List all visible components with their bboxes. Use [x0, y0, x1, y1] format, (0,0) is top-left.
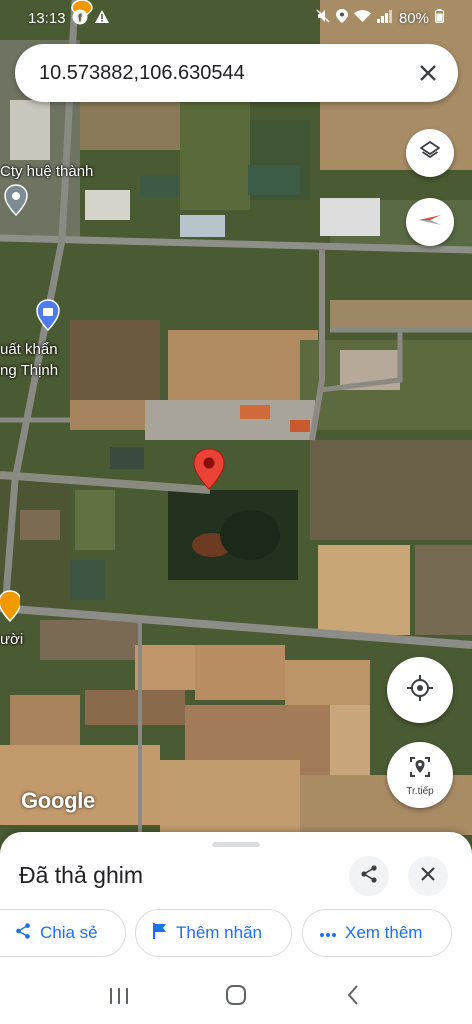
flag-icon [152, 922, 168, 945]
share-chip[interactable]: Chia sẻ [0, 909, 126, 957]
action-chips: Chia sẻ Thêm nhãn Xem thêm [0, 909, 472, 959]
share-icon [359, 864, 379, 889]
close-icon [421, 866, 435, 886]
signal-icon [376, 9, 393, 27]
mute-icon [316, 9, 330, 27]
compass-button[interactable] [406, 198, 454, 246]
shopping-marker-icon[interactable] [36, 299, 60, 331]
layers-icon [418, 139, 442, 168]
recent-apps-button[interactable] [99, 978, 139, 1018]
battery-level: 80% [398, 9, 429, 27]
status-time: 13:13 [28, 9, 66, 27]
svg-text:f: f [78, 12, 82, 24]
back-button[interactable] [333, 978, 373, 1018]
poi-marker-icon[interactable] [4, 184, 28, 216]
status-bar: 13:13 f 80% [0, 0, 472, 36]
my-location-button[interactable] [387, 657, 453, 723]
wifi-icon [353, 9, 371, 27]
chip-label: Xem thêm [345, 923, 423, 942]
location-icon [335, 9, 348, 27]
chip-label: Thêm nhãn [176, 923, 262, 942]
layers-button[interactable] [406, 129, 454, 177]
search-bar[interactable]: 10.573882,106.630544 [15, 44, 458, 102]
street-view-button[interactable]: Tr.tiếp [387, 742, 453, 808]
place-label[interactable]: ng Thịnh [0, 362, 58, 379]
warning-icon [94, 9, 110, 27]
sheet-title: Đã thả ghim [19, 862, 144, 888]
close-sheet-button[interactable] [408, 856, 448, 896]
place-label[interactable]: ười [0, 631, 23, 648]
google-attribution: Google [21, 788, 95, 813]
chip-label: Chia sẻ [40, 923, 98, 942]
back-icon [346, 984, 360, 1012]
facebook-icon: f [72, 9, 88, 28]
home-button[interactable] [216, 978, 256, 1018]
place-label[interactable]: uất khẩn [0, 341, 58, 358]
food-marker-icon[interactable] [0, 590, 20, 622]
satellite-imagery [0, 0, 472, 860]
share-button[interactable] [349, 856, 389, 896]
add-label-chip[interactable]: Thêm nhãn [135, 909, 292, 957]
satellite-map[interactable]: Cty huệ thành uất khẩn ng Thịnh ười Goog… [0, 0, 472, 860]
battery-icon [435, 9, 444, 27]
home-icon [225, 984, 247, 1012]
close-icon[interactable] [414, 59, 442, 87]
dropped-pin-sheet[interactable]: Đã thả ghim Chia sẻ Thêm nhãn Xem thêm [0, 832, 472, 972]
my-location-icon [406, 674, 434, 707]
place-label[interactable]: Cty huệ thành [0, 163, 93, 180]
drag-handle[interactable] [212, 842, 260, 847]
compass-icon [416, 206, 444, 239]
recent-apps-icon [108, 985, 130, 1011]
street-view-icon [407, 754, 433, 785]
more-horiz-icon [319, 923, 337, 943]
street-view-label: Tr.tiếp [406, 785, 434, 797]
more-chip[interactable]: Xem thêm [302, 909, 452, 957]
dropped-pin-icon[interactable] [192, 447, 226, 491]
system-nav-bar [0, 972, 472, 1024]
share-icon [14, 922, 32, 945]
search-query[interactable]: 10.573882,106.630544 [39, 62, 414, 85]
